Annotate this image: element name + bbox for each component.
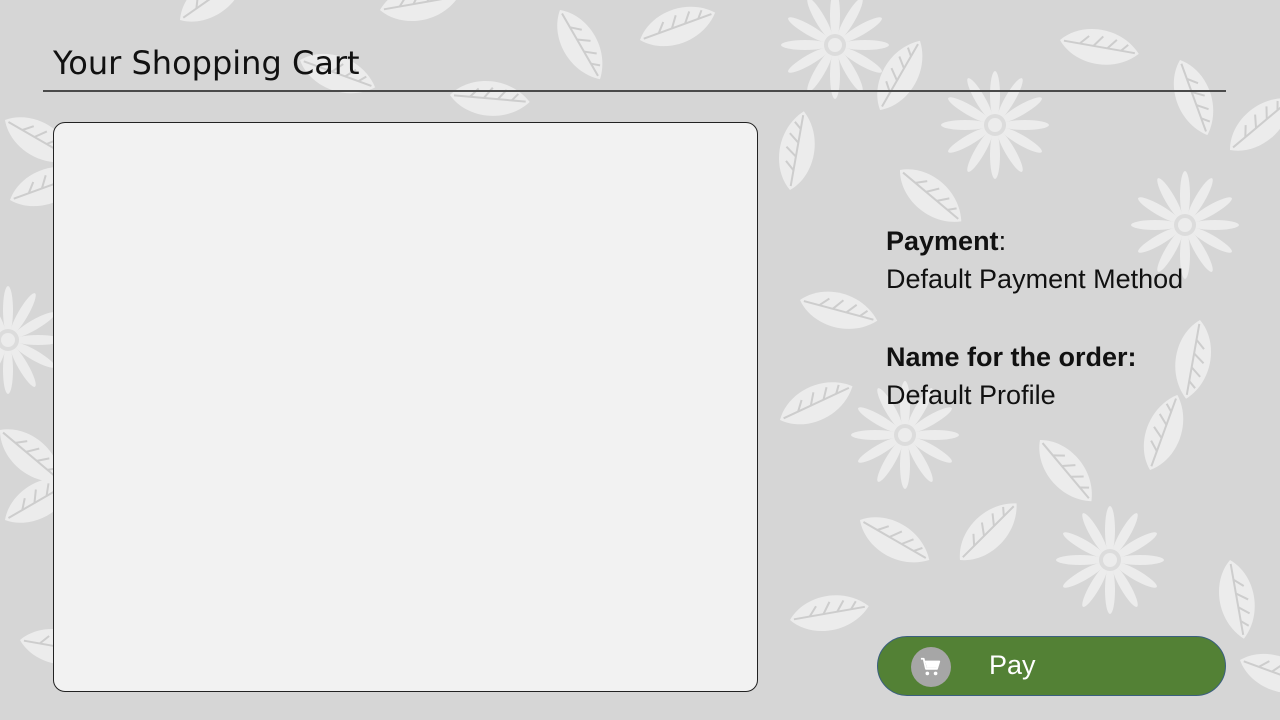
page-title: Your Shopping Cart (53, 44, 360, 82)
pay-button[interactable]: Pay (877, 636, 1226, 696)
payment-method-value[interactable]: Default Payment Method (886, 260, 1183, 298)
cart-items-panel[interactable] (53, 122, 758, 692)
order-details: Payment: Default Payment Method Name for… (886, 222, 1183, 454)
title-divider (43, 90, 1226, 92)
pay-button-label: Pay (989, 650, 1036, 680)
order-name-label: Name for the order: (886, 342, 1137, 372)
order-name-section: Name for the order: Default Profile (886, 338, 1183, 414)
order-name-value[interactable]: Default Profile (886, 376, 1183, 414)
payment-label: Payment (886, 226, 999, 256)
payment-label-colon: : (998, 226, 1007, 256)
payment-section: Payment: Default Payment Method (886, 222, 1183, 298)
shopping-cart-icon (911, 647, 951, 687)
